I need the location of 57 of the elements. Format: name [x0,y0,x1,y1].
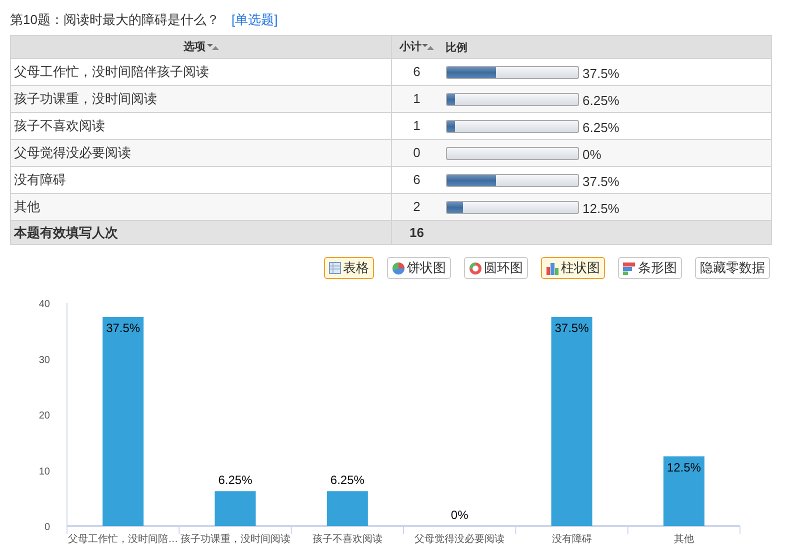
y-tick-label: 0 [44,522,50,533]
value-label: 6.25% [218,473,252,488]
value-label: 37.5% [106,320,140,335]
sort-icon[interactable] [422,44,434,50]
bar [326,491,368,526]
category-label: 孩子功课重，没时间阅读 [180,534,290,545]
category-label: 其他 [674,534,694,545]
option-text: 父母工作忙，没时间陪伴孩子阅读 [14,64,209,80]
pie-chart-icon [392,262,405,274]
footer-label: 本题有效填写人次 [14,224,118,240]
option-text: 没有障碍 [14,172,66,188]
donut-chart-icon [469,262,482,274]
bar [663,456,704,526]
view-button[interactable]: 柱状图 [541,257,605,279]
count-text: 6 [413,172,420,188]
sort-icon[interactable] [206,44,218,50]
total-count: 16 [410,224,424,240]
option-text: 孩子不喜欢阅读 [14,118,105,134]
percent-text: 37.5% [582,172,620,191]
view-button[interactable]: 条形图 [618,257,682,279]
count-text: 1 [413,118,420,134]
view-button[interactable]: 饼状图 [387,257,451,279]
view-button[interactable]: 圆环图 [464,257,528,279]
bar [214,491,256,526]
category-label: 孩子不喜欢阅读 [312,534,382,545]
y-tick-label: 10 [38,466,50,478]
category-label: 父母工作忙，没时间陪… [68,534,178,545]
percent-text: 0% [582,146,602,164]
percent-text: 12.5% [582,200,620,218]
percent-text: 6.25% [582,118,620,137]
column-header[interactable]: 选项 [10,36,392,58]
view-button[interactable]: 隐藏零数据 [695,257,770,279]
count-text: 2 [413,199,420,214]
y-tick-label: 40 [38,299,50,310]
value-label: 37.5% [554,320,589,335]
y-tick-label: 20 [38,410,50,422]
bar-chart-icon [546,262,559,274]
horizontal-bar-icon [623,262,636,274]
count-text: 0 [413,145,420,160]
option-text: 父母觉得没必要阅读 [14,145,131,160]
view-button[interactable]: 表格 [324,257,374,279]
count-text: 6 [413,64,420,80]
category-label: 父母觉得没必要阅读 [414,534,505,545]
question-title: 第10题：阅读时最大的障碍是什么？ [10,11,220,29]
count-text: 1 [413,91,420,106]
table-icon [329,262,341,274]
question-type-link[interactable]: [单选题] [231,10,278,30]
percent-text: 6.25% [582,92,620,110]
percent-text: 37.5% [582,64,620,83]
y-tick-label: 30 [38,354,50,366]
category-label: 没有障碍 [552,534,592,545]
column-header: 比例 [444,42,468,54]
option-text: 其他 [14,199,40,214]
option-text: 孩子功课重，没时间阅读 [14,91,157,106]
value-label: 12.5% [666,460,701,474]
value-label: 6.25% [330,473,364,488]
value-label: 0% [450,508,468,522]
